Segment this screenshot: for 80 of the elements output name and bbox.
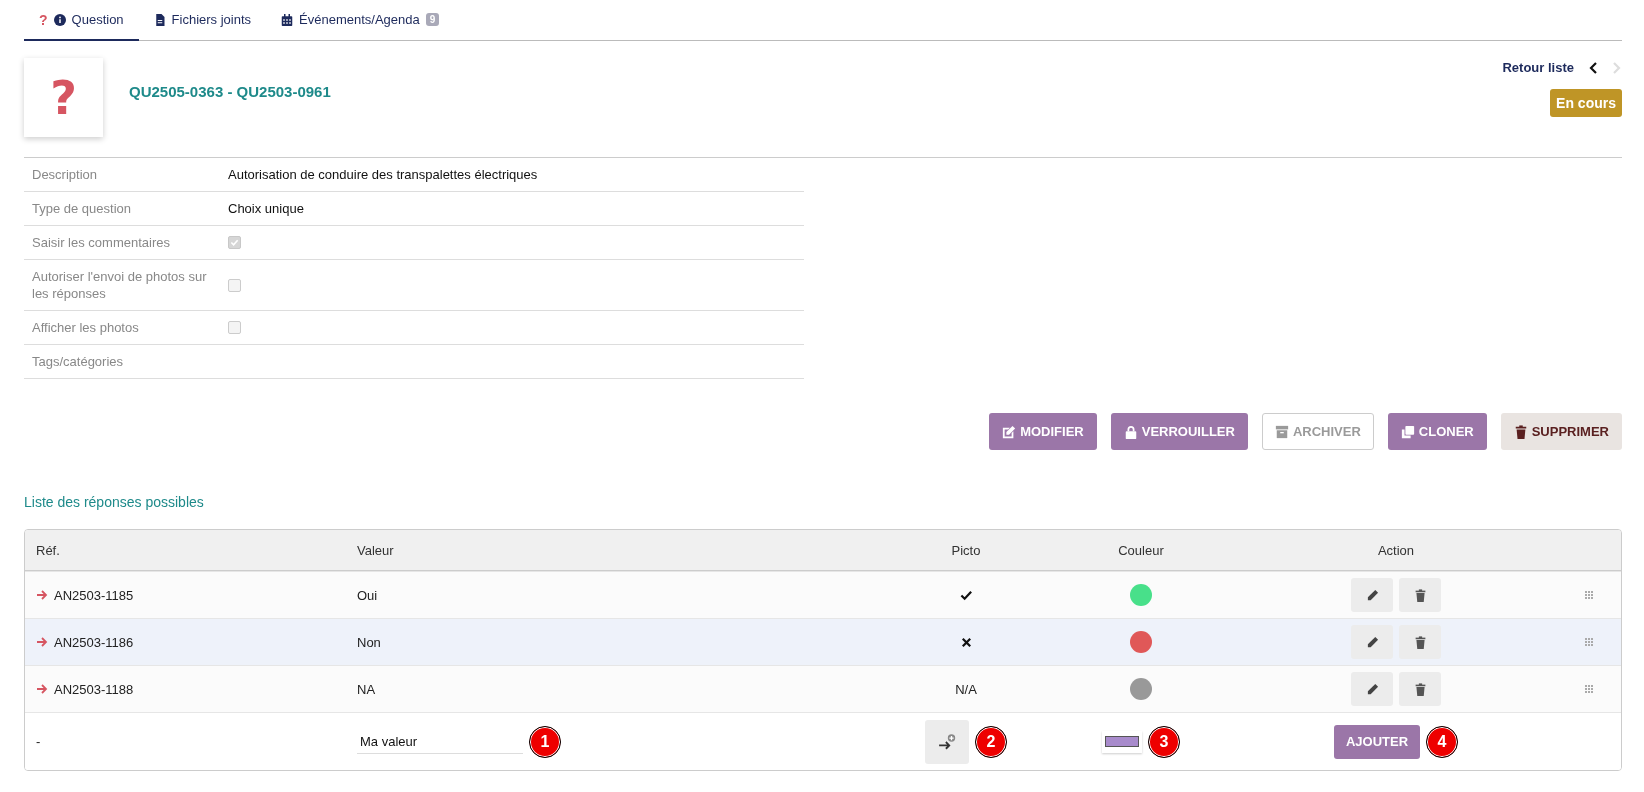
value-field[interactable]: Ma valeur [357,729,523,754]
column-header: Réf. [36,542,60,558]
property-label: Saisir les commentaires [24,225,220,260]
record-title: QU2505-0363 - QU2503-0961 [129,83,331,100]
back-link[interactable]: Retour liste [1502,60,1574,75]
table-row[interactable]: AN2503-1186 Non [25,618,1621,665]
check-icon [959,588,973,602]
tab[interactable]: Événements/Agenda 9 [266,0,455,41]
table-cell: - [36,734,41,749]
delete-button[interactable] [1399,578,1441,612]
column-header: Valeur [357,542,394,558]
step-marker: 1 [529,725,561,758]
table-cell: N/A [955,681,977,697]
delete-button[interactable] [1399,625,1441,659]
color-picker[interactable] [1102,730,1142,753]
copy-icon [1400,424,1415,439]
edit-button[interactable] [1351,625,1393,659]
pencil-icon [1365,635,1379,649]
property-label: Autoriser l'envoi de photos sur les réponses [24,259,220,311]
checkbox[interactable] [228,236,241,249]
pencil-icon [1365,588,1379,602]
lock-icon [1123,424,1138,439]
edit-button[interactable] [1351,578,1393,612]
calendar-icon [281,13,294,26]
action-button[interactable]: VERROUILLER [1110,413,1248,450]
table-cell: AN2503-1185 [54,587,134,603]
property-label: Description [24,158,220,192]
action-button[interactable]: SUPPRIMER [1500,413,1622,450]
property-label: Tags/catégories [24,344,220,379]
info-icon [53,13,66,26]
tab-label: Fichiers joints [171,12,252,27]
action-button[interactable]: CLONER [1387,413,1487,450]
edit-icon [1002,424,1017,439]
property-label: Afficher les photos [24,310,220,345]
cross-icon [959,635,973,649]
drag-handle-icon [1584,638,1593,646]
trash-icon [1413,588,1427,602]
drag-handle-icon [1584,591,1593,599]
table-cell: AN2503-1186 [54,634,134,650]
arrow-icon [36,683,48,695]
drag-handle-icon [1584,685,1593,693]
action-button[interactable]: MODIFIER [989,413,1097,450]
previous-icon[interactable] [1588,61,1598,74]
trash-icon [1513,424,1528,439]
document-icon [153,13,166,26]
tab-label: Événements/Agenda [299,12,420,27]
checkmark-icon [230,238,239,247]
trash-icon [1413,635,1427,649]
column-header: Picto [951,542,981,558]
arrow-icon [36,636,48,648]
picto-button[interactable] [925,719,969,764]
table-row[interactable]: AN2503-1188 NA N/A [25,665,1621,712]
arrow-plus-icon [938,733,956,750]
table-cell: Non [357,634,381,650]
status-badge: En cours [1550,89,1622,117]
table-row[interactable]: AN2503-1185 Oui [25,571,1621,618]
question-icon: ? [39,11,48,28]
step-marker: 3 [1148,725,1180,758]
add-button[interactable]: AJOUTER [1333,724,1421,759]
checkbox[interactable] [228,278,241,292]
checkbox[interactable] [228,321,241,334]
archive-icon [1274,424,1289,439]
column-header: Couleur [1118,542,1164,558]
tab-label: Question [71,12,124,27]
column-header: Action [1377,542,1415,558]
table-cell: AN2503-1188 [54,681,134,697]
property-value: Autorisation de conduire des transpalettes électriques [228,167,538,182]
delete-button[interactable] [1399,672,1441,706]
edit-button[interactable] [1351,672,1393,706]
property-value: Choix unique [228,201,304,216]
count-badge: 9 [425,13,440,26]
tab[interactable]: Fichiers joints [138,0,267,41]
arrow-icon [36,589,48,601]
table-cell: Oui [357,587,378,603]
section-title: Liste des réponses possibles [24,494,205,510]
pencil-icon [1365,682,1379,696]
property-label: Type de question [24,191,220,226]
trash-icon [1413,682,1427,696]
table-cell: NA [357,681,376,697]
tab[interactable]: ? Question [24,0,139,41]
